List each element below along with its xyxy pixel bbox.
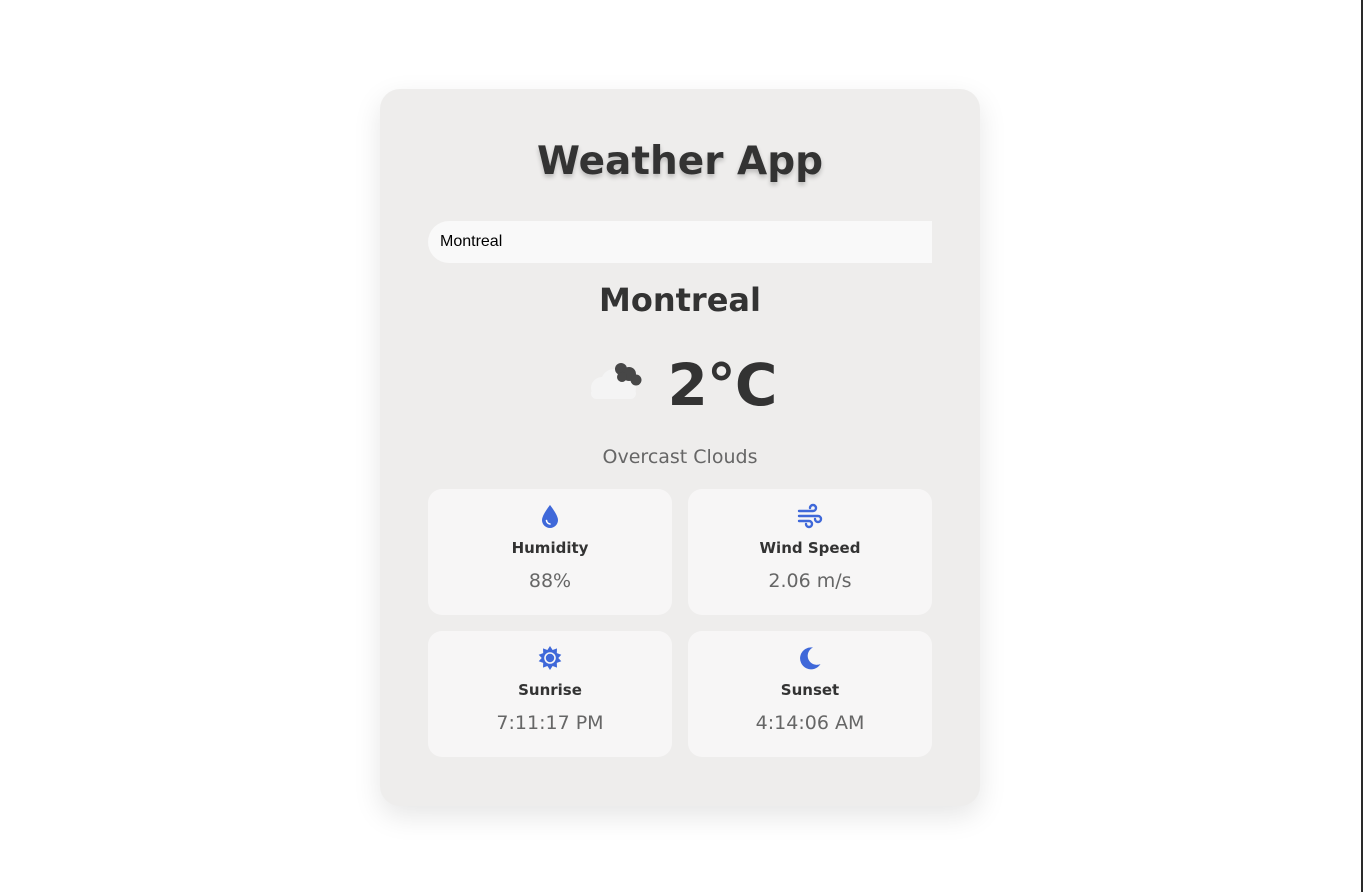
- moon-icon: [800, 647, 821, 670]
- details-grid: Humidity 88% Wind Speed 2.06 m/s Sunrise…: [428, 489, 932, 757]
- sun-icon: [538, 646, 562, 670]
- wind-speed-value: 2.06 m/s: [768, 570, 852, 592]
- page: Weather App Montreal Montreal 2°C Overca…: [0, 0, 1363, 892]
- weather-description: Overcast Clouds: [602, 446, 758, 468]
- wind-speed-card: Wind Speed 2.06 m/s: [688, 489, 932, 615]
- sunrise-value: 7:11:17 PM: [496, 712, 604, 734]
- weather-card: Weather App Montreal Montreal 2°C Overca…: [380, 89, 980, 806]
- sunset-card: Sunset 4:14:06 AM: [688, 631, 932, 757]
- city-name: Montreal: [599, 281, 761, 319]
- overcast-clouds-icon: [590, 363, 642, 399]
- humidity-card: Humidity 88%: [428, 489, 672, 615]
- sunset-label: Sunset: [780, 681, 840, 699]
- humidity-value: 88%: [528, 570, 572, 592]
- temperature: 2°C: [667, 351, 778, 419]
- sunrise-label: Sunrise: [518, 681, 582, 699]
- wind-icon: [797, 503, 823, 529]
- sunset-value: 4:14:06 AM: [755, 712, 865, 734]
- humidity-label: Humidity: [511, 539, 589, 557]
- temperature-row: 2°C: [380, 345, 980, 425]
- sunrise-card: Sunrise 7:11:17 PM: [428, 631, 672, 757]
- wind-speed-label: Wind Speed: [759, 539, 861, 557]
- app-title: Weather App: [536, 139, 824, 184]
- city-search-input[interactable]: [428, 221, 932, 263]
- droplet-icon: [542, 505, 558, 528]
